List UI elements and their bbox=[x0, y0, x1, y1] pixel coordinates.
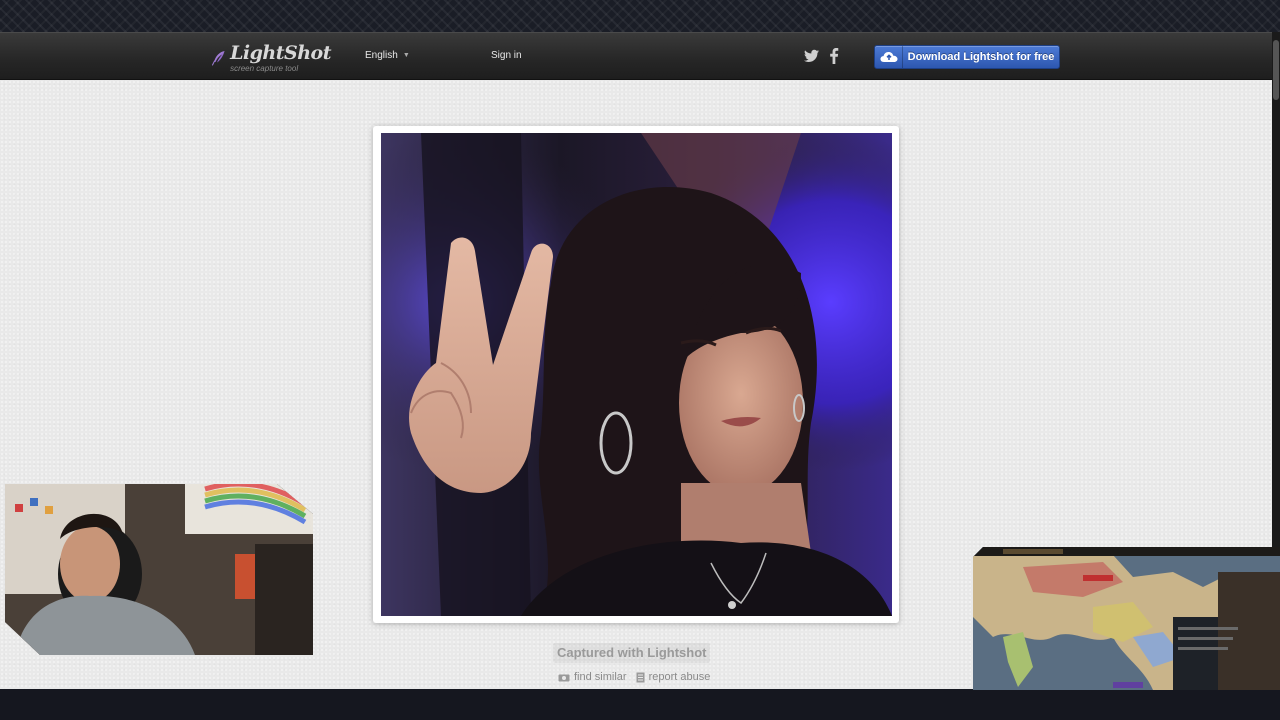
lightshot-logo[interactable]: LightShot screen capture tool bbox=[211, 42, 331, 74]
screenshot-actions: find similar report abuse bbox=[558, 671, 710, 683]
logo-name: LightShot bbox=[230, 41, 331, 64]
report-abuse-link[interactable]: report abuse bbox=[636, 671, 711, 683]
chevron-down-icon: ▼ bbox=[402, 52, 410, 59]
header-bar bbox=[0, 32, 1280, 80]
sign-in-link[interactable]: Sign in bbox=[491, 50, 522, 61]
language-label: English bbox=[365, 50, 398, 61]
captured-caption: Captured with Lightshot bbox=[553, 643, 711, 663]
language-selector[interactable]: English ▼ bbox=[365, 50, 410, 61]
camera-icon bbox=[558, 674, 570, 681]
find-similar-link[interactable]: find similar bbox=[558, 671, 627, 683]
webcam-overlay bbox=[5, 484, 313, 655]
top-decorative-strip bbox=[0, 0, 1280, 32]
download-button-label: Download Lightshot for free bbox=[907, 51, 1055, 63]
flag-icon bbox=[636, 672, 645, 682]
screenshot-image bbox=[381, 133, 892, 616]
feather-icon bbox=[212, 50, 225, 66]
scrollbar-thumb[interactable] bbox=[1273, 40, 1279, 100]
find-similar-label: find similar bbox=[574, 671, 627, 683]
twitter-icon[interactable] bbox=[804, 49, 819, 63]
bottom-bar bbox=[0, 689, 1280, 720]
cloud-upload-icon bbox=[875, 46, 903, 68]
game-overlay bbox=[973, 547, 1280, 690]
screenshot-frame[interactable] bbox=[373, 126, 899, 623]
logo-tagline: screen capture tool bbox=[230, 63, 299, 73]
report-abuse-label: report abuse bbox=[648, 671, 711, 683]
facebook-icon[interactable] bbox=[829, 48, 839, 64]
download-button[interactable]: Download Lightshot for free bbox=[874, 45, 1060, 69]
